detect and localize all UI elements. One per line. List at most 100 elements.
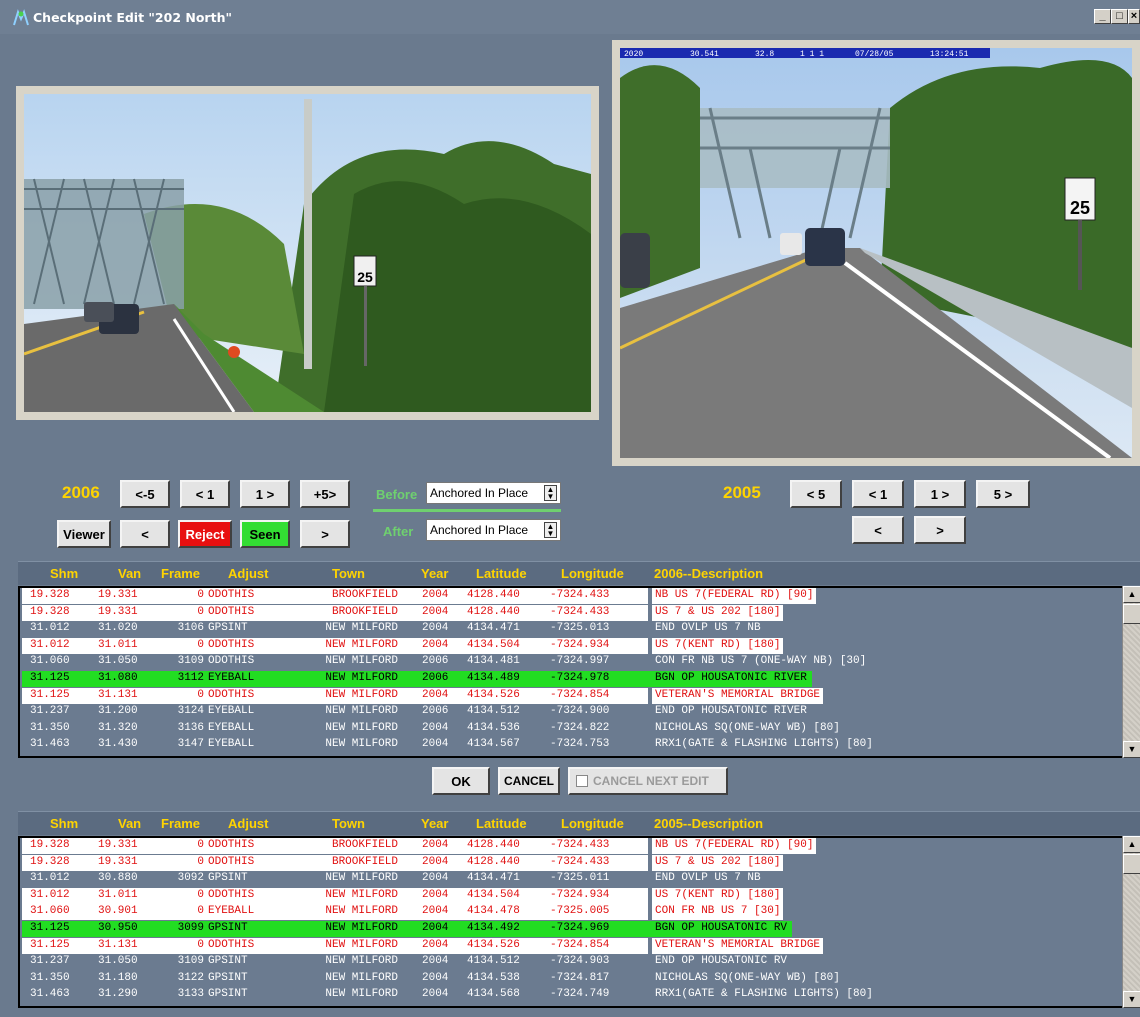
table-2005[interactable]: 19.328 19.331 0 ODOTHIS BROOKFIELD 2004 4128.4… (18, 836, 1122, 1008)
year-label-2005: 2005 (723, 483, 761, 502)
table-row[interactable]: 19.328 19.331 0 ODOTHIS BROOKFIELD 2004 4128.4… (20, 854, 1122, 872)
maximize-button[interactable]: □ (1111, 9, 1128, 24)
table-row[interactable]: 31.463 31.290 3133 GPSINT NEW MILFORD 2004 413… (20, 987, 1122, 1004)
cell-town: NEW MILFORD (325, 905, 398, 918)
table-2005-header: Shm Van Frame Adjust Town Year Latitude … (18, 811, 1140, 835)
minimize-button[interactable]: _ (1094, 9, 1111, 24)
table-row[interactable]: 31.012 31.020 3106 GPSINT NEW MILFORD 2004 413… (20, 621, 1122, 638)
cell-frame: 0 (197, 888, 204, 901)
before-spin-icon[interactable]: ▲ ▼ (544, 485, 557, 501)
seen-button[interactable]: Seen (240, 520, 290, 548)
cell-year: 2004 (422, 988, 449, 1001)
cell-desc: VETERAN'S MEMORIAL BRIDGE (655, 688, 821, 701)
r-forward-1-button[interactable]: 1 > (914, 480, 966, 508)
after-select[interactable]: Anchored In Place ▲ ▼ (426, 519, 561, 541)
table-row[interactable]: 31.060 31.050 3109 ODOTHIS NEW MILFORD 2006 41… (20, 654, 1122, 671)
table-row[interactable]: 31.060 30.901 0 EYEBALL NEW MILFORD 2004 4134.… (20, 904, 1122, 921)
before-select[interactable]: Anchored In Place ▲ ▼ (426, 482, 561, 504)
cell-frame: 3112 (177, 671, 204, 684)
cell-van: 31.020 (98, 622, 138, 635)
table-row[interactable]: 31.012 31.011 0 ODOTHIS NEW MILFORD 2004 4134.… (20, 887, 1122, 905)
cell-desc: END OP HOUSATONIC RIVER (655, 705, 807, 718)
table-2006[interactable]: 19.328 19.331 0 ODOTHIS BROOKFIELD 2004 4128.4… (18, 586, 1122, 758)
cell-frame: 0 (197, 605, 204, 618)
cell-year: 2004 (422, 938, 449, 951)
scroll-thumb[interactable] (1123, 854, 1140, 874)
col-year: Year (421, 566, 449, 581)
overlay-flags: 1 1 1 (800, 50, 824, 59)
r-next-button[interactable]: > (914, 516, 966, 544)
cell-year: 2006 (422, 655, 449, 668)
cell-year: 2006 (422, 705, 449, 718)
cancel-button[interactable]: CANCEL (498, 767, 560, 795)
cell-year: 2004 (422, 605, 449, 618)
forward-5-button[interactable]: +5> (300, 480, 350, 508)
cell-lon: -7324.854 (550, 938, 610, 951)
overlay-time: 13:24:51 (930, 50, 969, 59)
r-prev-button[interactable]: < (852, 516, 904, 544)
scroll-up-icon[interactable]: ▲ (1123, 586, 1140, 603)
cell-lat: 4134.512 (467, 955, 520, 968)
cell-adjust: ODOTHIS (208, 888, 255, 901)
overlay-speed: 32.8 (755, 50, 774, 59)
table-row[interactable]: 31.350 31.180 3122 GPSINT NEW MILFORD 2004 413… (20, 971, 1122, 988)
cell-adjust: ODOTHIS (208, 688, 255, 701)
scroll-down-icon[interactable]: ▼ (1123, 741, 1140, 758)
cancel-next-edit-checkbox[interactable]: CANCEL NEXT EDIT (568, 767, 728, 795)
scroll-thumb[interactable] (1123, 604, 1140, 624)
table-row[interactable]: 31.237 31.050 3109 GPSINT NEW MILFORD 2004 413… (20, 954, 1122, 971)
reject-button[interactable]: Reject (178, 520, 232, 548)
prev-button[interactable]: < (120, 520, 170, 548)
cell-desc: US 7(KENT RD) [180] (655, 888, 781, 901)
cell-lon: -7324.433 (550, 589, 610, 601)
cell-year: 2004 (422, 688, 449, 701)
col-latitude: Latitude (476, 566, 527, 581)
table-row[interactable]: 31.012 30.880 3092 GPSINT NEW MILFORD 2004 413… (20, 871, 1122, 888)
viewer-button[interactable]: Viewer (57, 520, 111, 548)
cell-lon: -7324.934 (550, 638, 610, 651)
table-row[interactable]: 31.237 31.200 3124 EYEBALL NEW MILFORD 2006 41… (20, 704, 1122, 721)
forward-1-button[interactable]: 1 > (240, 480, 290, 508)
table-row[interactable]: 19.328 19.331 0 ODOTHIS BROOKFIELD 2004 4128.4… (20, 604, 1122, 622)
table-2005-scrollbar[interactable]: ▲ ▼ (1122, 836, 1140, 1008)
r-forward-5-button[interactable]: 5 > (976, 480, 1030, 508)
col-year-2: Year (421, 816, 449, 831)
cell-lon: -7325.011 (550, 872, 610, 885)
table-row[interactable]: 19.328 19.331 0 ODOTHIS BROOKFIELD 2004 4128.4… (20, 838, 1122, 855)
table-row[interactable]: 31.125 31.080 3112 EYEBALL NEW MILFORD 2006 41… (20, 670, 1122, 688)
back-5-button[interactable]: <-5 (120, 480, 170, 508)
back-1-button[interactable]: < 1 (180, 480, 230, 508)
close-button[interactable]: × (1128, 9, 1140, 24)
cell-van: 31.011 (98, 888, 138, 901)
table-row[interactable]: 19.328 19.331 0 ODOTHIS BROOKFIELD 2004 4128.4… (20, 588, 1122, 605)
scroll-up-icon[interactable]: ▲ (1123, 836, 1140, 853)
cell-desc: US 7(KENT RD) [180] (655, 638, 781, 651)
cell-desc: US 7 & US 202 [180] (655, 855, 781, 868)
cell-shm: 31.237 (30, 705, 70, 718)
cell-lon: -7324.900 (550, 705, 610, 718)
cell-frame: 0 (197, 688, 204, 701)
scroll-down-icon[interactable]: ▼ (1123, 991, 1140, 1008)
after-spin-icon[interactable]: ▲ ▼ (544, 522, 557, 538)
svg-text:25: 25 (357, 269, 373, 285)
table-row[interactable]: 31.463 31.430 3147 EYEBALL NEW MILFORD 2004 41… (20, 737, 1122, 754)
cell-van: 30.880 (98, 872, 138, 885)
cell-shm: 31.350 (30, 721, 70, 734)
cell-desc: US 7 & US 202 [180] (655, 605, 781, 618)
r-back-5-button[interactable]: < 5 (790, 480, 842, 508)
table-row[interactable]: 31.012 31.011 0 ODOTHIS NEW MILFORD 2004 4134.… (20, 637, 1122, 655)
table-row[interactable]: 31.125 31.131 0 ODOTHIS NEW MILFORD 2004 4134.… (20, 687, 1122, 705)
cell-year: 2004 (422, 855, 449, 868)
cell-shm: 31.125 (30, 671, 70, 684)
next-button[interactable]: > (300, 520, 350, 548)
table-row[interactable]: 31.125 31.131 0 ODOTHIS NEW MILFORD 2004 4134.… (20, 937, 1122, 955)
table-row[interactable]: 31.125 30.950 3099 GPSINT NEW MILFORD 2004 413… (20, 920, 1122, 938)
cell-lat: 4134.478 (467, 905, 520, 918)
table-2006-scrollbar[interactable]: ▲ ▼ (1122, 586, 1140, 758)
cell-shm: 31.463 (30, 738, 70, 751)
ok-button[interactable]: OK (432, 767, 490, 795)
checkbox-icon[interactable] (576, 775, 588, 787)
cell-town: NEW MILFORD (325, 971, 398, 984)
r-back-1-button[interactable]: < 1 (852, 480, 904, 508)
table-row[interactable]: 31.350 31.320 3136 EYEBALL NEW MILFORD 2004 41… (20, 721, 1122, 738)
